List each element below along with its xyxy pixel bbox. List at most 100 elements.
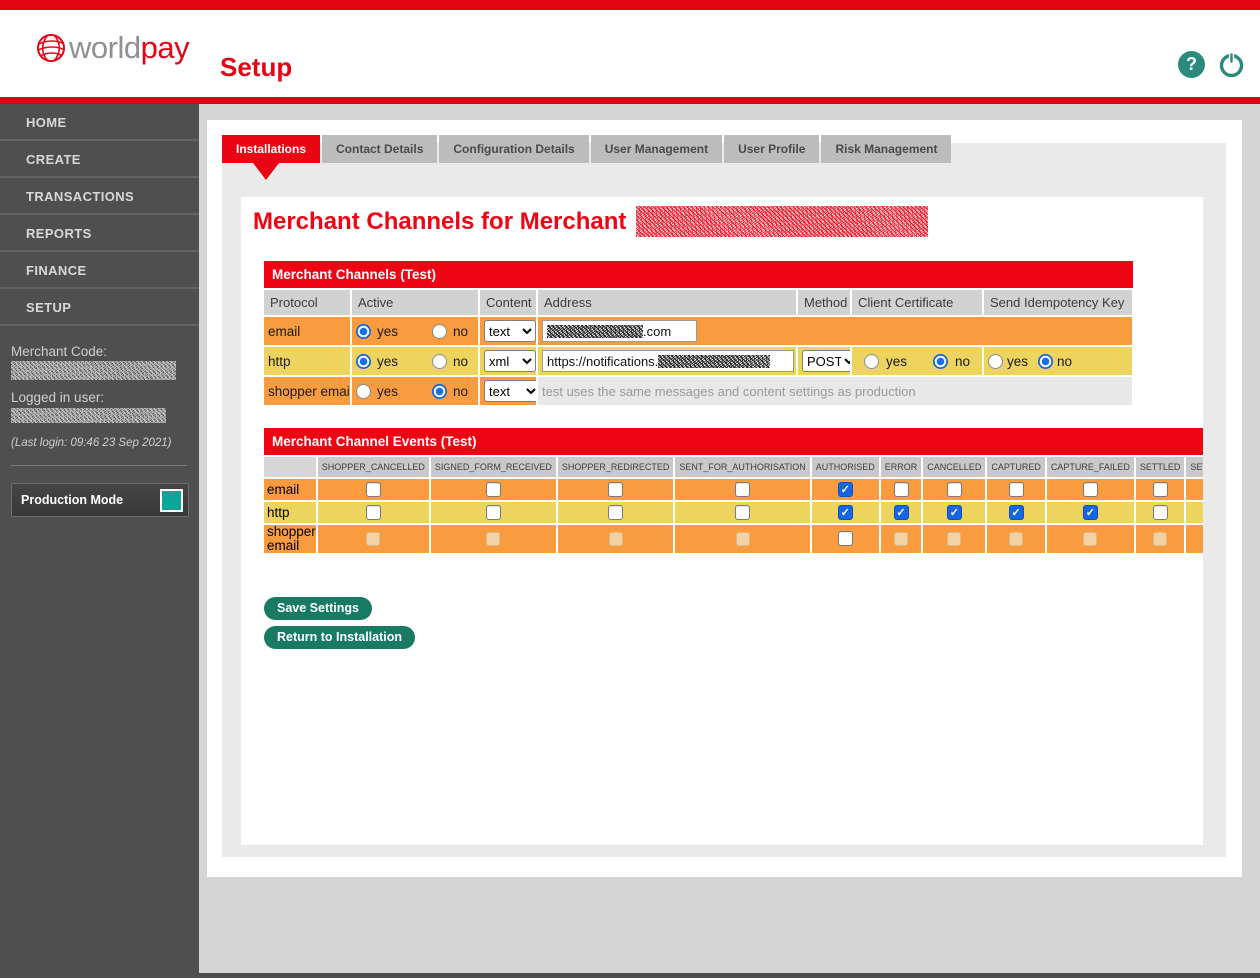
worldpay-globe-icon [33, 30, 69, 66]
event-cell [1047, 479, 1134, 500]
event-cell [881, 479, 922, 500]
event-checkbox-email-authorised[interactable] [838, 482, 853, 497]
http-idempotency-yes-radio[interactable] [988, 354, 1003, 369]
channel-row-email: email yes no text [264, 317, 1132, 345]
http-active-yes-radio[interactable] [356, 354, 371, 369]
event-checkbox-shopper-email-cancelled [947, 532, 961, 546]
help-icon[interactable]: ? [1178, 51, 1205, 78]
col-header-client-certificate: Client Certificate [852, 290, 982, 315]
event-checkbox-http-cancelled[interactable] [947, 505, 962, 520]
event-cell [431, 479, 556, 500]
worldpay-logo: worldpay [33, 30, 189, 66]
tab-installations[interactable]: Installations [222, 135, 320, 163]
http-active-no-radio[interactable] [432, 354, 447, 369]
event-cell [1136, 479, 1185, 500]
sidebar-item-create[interactable]: CREATE [0, 141, 199, 178]
event-column-header-shopper_cancelled: SHOPPER_CANCELLED [318, 457, 429, 477]
event-cell [812, 479, 879, 500]
shopper-email-active-yes-radio[interactable] [356, 384, 371, 399]
event-checkbox-email-cancelled[interactable] [947, 482, 962, 497]
event-column-header-authorised: AUTHORISED [812, 457, 879, 477]
event-column-header-cancelled: CANCELLED [923, 457, 985, 477]
sidebar-item-home[interactable]: HOME [0, 104, 199, 141]
production-mode-indicator[interactable] [160, 489, 183, 512]
http-content-select[interactable]: xml [484, 350, 536, 372]
event-cell [431, 502, 556, 523]
event-cell [558, 479, 674, 500]
merchant-channels-heading: Merchant Channels for Merchant [253, 206, 928, 237]
logout-power-icon[interactable] [1217, 50, 1246, 79]
event-checkbox-email-sent_for_authorisation[interactable] [735, 482, 750, 497]
no-label: no [955, 354, 970, 369]
merchant-code-label: Merchant Code: [11, 344, 187, 359]
sidebar-divider [11, 465, 187, 466]
event-cell [318, 502, 429, 523]
no-label: no [453, 324, 468, 339]
http-address-redacted [658, 355, 770, 368]
tab-user-management[interactable]: User Management [591, 135, 722, 163]
event-checkbox-http-error[interactable] [894, 505, 909, 520]
event-checkbox-http-captured[interactable] [1009, 505, 1024, 520]
event-checkbox-shopper-email-authorised[interactable] [838, 531, 853, 546]
http-address-input[interactable]: https://notifications. [542, 350, 794, 372]
email-active-no-radio[interactable] [432, 324, 447, 339]
sidebar-item-finance[interactable]: FINANCE [0, 252, 199, 289]
event-checkbox-email-error[interactable] [894, 482, 909, 497]
email-address-redacted [547, 325, 643, 338]
tab-bar: Installations Contact Details Configurat… [222, 135, 951, 163]
last-login-text: (Last login: 09:46 23 Sep 2021) [11, 437, 187, 449]
yes-label: yes [1007, 354, 1028, 369]
http-method-select[interactable]: POST [802, 350, 850, 372]
return-to-installation-button[interactable]: Return to Installation [264, 626, 415, 649]
page-title: Setup [220, 52, 292, 83]
event-checkbox-email-settled[interactable] [1153, 482, 1168, 497]
event-checkbox-shopper-email-shopper_redirected [609, 532, 623, 546]
events-corner-cell [264, 457, 316, 477]
event-cell [987, 525, 1045, 553]
event-checkbox-email-shopper_cancelled[interactable] [366, 482, 381, 497]
email-active-yes-radio[interactable] [356, 324, 371, 339]
tab-contact-details[interactable]: Contact Details [322, 135, 437, 163]
event-checkbox-http-shopper_redirected[interactable] [608, 505, 623, 520]
channels-table-title: Merchant Channels (Test) [264, 261, 1133, 288]
save-settings-button[interactable]: Save Settings [264, 597, 372, 620]
email-address-input[interactable]: .com [542, 320, 697, 342]
sidebar-item-reports[interactable]: REPORTS [0, 215, 199, 252]
event-checkbox-email-signed_form_received[interactable] [486, 482, 501, 497]
event-checkbox-http-capture_failed[interactable] [1083, 505, 1098, 520]
heading-text: Merchant Channels for Merchant [253, 208, 626, 235]
sidebar-item-transactions[interactable]: TRANSACTIONS [0, 178, 199, 215]
sidebar-item-setup[interactable]: SETUP [0, 289, 199, 326]
event-checkbox-http-settled[interactable] [1153, 505, 1168, 520]
email-content-select[interactable]: text [484, 320, 536, 342]
event-checkbox-email-capture_failed[interactable] [1083, 482, 1098, 497]
event-checkbox-http-signed_form_received[interactable] [486, 505, 501, 520]
event-checkbox-email-captured[interactable] [1009, 482, 1024, 497]
tab-risk-management[interactable]: Risk Management [821, 135, 951, 163]
shopper-email-active-no-radio[interactable] [432, 384, 447, 399]
event-row-http: http [264, 502, 1203, 523]
event-column-header-error: ERROR [881, 457, 922, 477]
event-checkbox-http-authorised[interactable] [838, 505, 853, 520]
event-cell [923, 525, 985, 553]
logged-in-user-label: Logged in user: [11, 390, 187, 405]
merchant-channels-table: Merchant Channels (Test) Protocol Active… [264, 261, 1133, 407]
events-table-title: Merchant Channel Events (Test) [264, 428, 1203, 455]
event-cell [881, 525, 922, 553]
production-mode-label: Production Mode [21, 493, 123, 507]
event-column-header-capture_failed: CAPTURE_FAILED [1047, 457, 1134, 477]
event-checkbox-email-shopper_redirected[interactable] [608, 482, 623, 497]
col-header-protocol: Protocol [264, 290, 350, 315]
shopper-email-content-select[interactable]: text [484, 380, 536, 402]
http-client-cert-yes-radio[interactable] [864, 354, 879, 369]
tab-user-profile[interactable]: User Profile [724, 135, 819, 163]
event-row-label: http [264, 502, 316, 523]
tab-configuration-details[interactable]: Configuration Details [439, 135, 588, 163]
event-checkbox-http-sent_for_authorisation[interactable] [735, 505, 750, 520]
http-idempotency-no-radio[interactable] [1038, 354, 1053, 369]
bottom-bar [0, 973, 1260, 978]
channel-row-shopper-email: shopper email yes no text test uses t [264, 377, 1132, 405]
http-client-cert-no-radio[interactable] [933, 354, 948, 369]
event-cell [1136, 525, 1185, 553]
event-checkbox-http-shopper_cancelled[interactable] [366, 505, 381, 520]
